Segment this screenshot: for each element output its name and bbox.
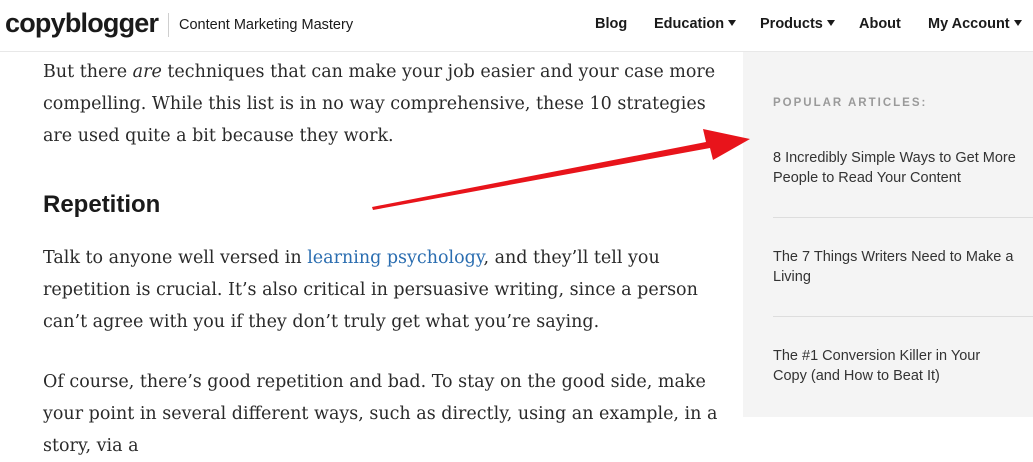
- nav-products-label: Products: [760, 16, 823, 32]
- nav-education-label: Education: [654, 16, 725, 32]
- nav-blog[interactable]: Blog: [595, 16, 627, 32]
- nav-my-account[interactable]: My Account: [928, 16, 1022, 32]
- divider: [773, 316, 1033, 317]
- nav-blog-label: Blog: [595, 16, 628, 32]
- chevron-down-icon: [1013, 20, 1022, 26]
- sidebar: POPULAR ARTICLES: 8 Incredibly Simple Wa…: [743, 52, 1033, 417]
- popular-article-link[interactable]: 8 Incredibly Simple Ways to Get More Peo…: [773, 149, 1018, 188]
- chevron-down-icon: [728, 20, 737, 26]
- main-nav: Blog Education Products About My Account: [0, 16, 1033, 36]
- popular-articles-title: POPULAR ARTICLES:: [773, 97, 928, 109]
- nav-about-label: About: [859, 16, 901, 32]
- section-heading: Repetition: [43, 191, 161, 218]
- nav-about[interactable]: About: [859, 16, 901, 32]
- text-run: But there: [43, 62, 133, 82]
- nav-my-account-label: My Account: [928, 16, 1010, 32]
- learning-psychology-link[interactable]: learning psychology: [307, 248, 483, 268]
- popular-article-link[interactable]: The #1 Conversion Killer in Your Copy (a…: [773, 347, 1018, 386]
- nav-education[interactable]: Education: [654, 16, 737, 32]
- emphasis-text: are: [132, 62, 162, 82]
- text-run: Talk to anyone well versed in: [43, 248, 308, 268]
- site-header: copyblogger Content Marketing Mastery Bl…: [0, 0, 1033, 52]
- article-paragraph: Talk to anyone well versed in learning p…: [43, 242, 723, 338]
- popular-article-link[interactable]: The 7 Things Writers Need to Make a Livi…: [773, 248, 1018, 287]
- chevron-down-icon: [826, 20, 835, 26]
- divider: [773, 217, 1033, 218]
- article-paragraph: Of course, there’s good repetition and b…: [43, 372, 718, 456]
- article-paragraph: But there are techniques that can make y…: [43, 56, 723, 152]
- nav-products[interactable]: Products: [760, 16, 835, 32]
